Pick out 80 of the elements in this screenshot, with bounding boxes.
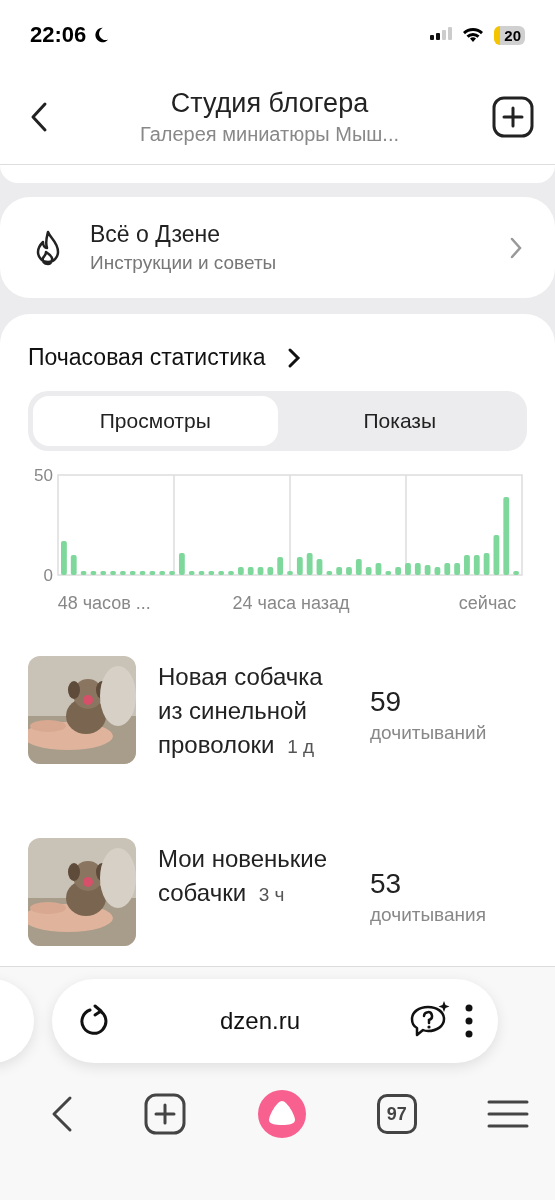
chart-bar (385, 571, 392, 575)
chevron-right-icon[interactable] (287, 346, 302, 369)
chart-bar (316, 559, 323, 575)
chart-bar (120, 571, 126, 575)
chart-bar (198, 571, 205, 575)
chevron-right-icon (509, 235, 523, 260)
url-text: dzen.ru (218, 1007, 302, 1035)
chart-bar (90, 571, 97, 575)
section-title[interactable]: Почасовая статистика (28, 344, 266, 371)
chart-bar (287, 571, 293, 575)
chart-bar (159, 571, 166, 575)
chart-bar (277, 557, 284, 575)
more-icon[interactable] (464, 1003, 474, 1039)
axis-label: 0 (43, 566, 53, 585)
chart-bar (405, 563, 411, 575)
read-count: 53 (370, 868, 403, 900)
tab[interactable]: Просмотры (33, 396, 278, 446)
read-count-label: дочитываний (370, 722, 487, 744)
chart-bar (513, 571, 519, 575)
axis-label: 48 часов ... (57, 593, 151, 613)
read-count-label: дочитывания (370, 904, 486, 926)
chart-bar (365, 567, 372, 575)
tabs-count-button[interactable]: 97 (376, 1094, 417, 1134)
chart-bar (444, 563, 451, 575)
chart-bar (306, 553, 313, 575)
chart-bar (483, 553, 490, 575)
chart-bar (237, 567, 244, 575)
chart-bar (473, 555, 480, 575)
chart-bar (296, 557, 303, 575)
chart-bar (139, 571, 146, 575)
channel-name: Галерея миниатюры Мыш... (138, 123, 400, 146)
chart-bar (395, 567, 402, 575)
back-button[interactable] (30, 101, 48, 133)
chart-bar (375, 563, 382, 575)
chart-bar (414, 563, 421, 575)
assistant-icon[interactable] (256, 1089, 307, 1139)
chart-bar (454, 563, 460, 575)
chart-bar (208, 571, 215, 575)
chart-bar (110, 571, 116, 575)
chart-bar (346, 567, 352, 575)
article-title[interactable]: Новая собачка из синельной проволоки 1 д (158, 660, 348, 764)
address-bar[interactable]: dzen.ru (52, 979, 498, 1063)
status-time: 22:06 (30, 22, 87, 48)
chart-bar (257, 567, 264, 575)
new-tab-icon[interactable] (144, 1093, 187, 1135)
chart-bar (100, 571, 107, 575)
chart-bar (129, 571, 136, 575)
page-title: Студия блогера (169, 88, 370, 119)
chart-bar (218, 571, 225, 575)
chart-bar (80, 571, 87, 575)
wifi-icon (462, 27, 485, 43)
article-title[interactable]: Мои новенькие собачки 3 ч (158, 842, 348, 912)
chart-bar (267, 567, 274, 575)
card-title: Всё о Дзене (90, 221, 222, 248)
chart-bar (149, 571, 156, 575)
info-card[interactable]: Всё о Дзене Инструкции и советы (0, 197, 555, 298)
chart-bar (326, 571, 333, 575)
read-count: 59 (370, 686, 403, 718)
axis-label: 24 часа назад (232, 593, 350, 613)
chart-bar (169, 571, 175, 575)
chart-bar (424, 565, 431, 575)
axis-label: сейчас (458, 593, 517, 613)
menu-icon[interactable] (487, 1099, 529, 1129)
chart-bar (336, 567, 343, 575)
battery-indicator: 20 (494, 25, 525, 45)
chart-bar (434, 567, 441, 575)
axis-label: 50 (34, 466, 53, 485)
chart-bar (70, 555, 77, 575)
chart-bar (464, 555, 470, 575)
tab[interactable]: Показы (277, 396, 522, 446)
back-icon[interactable] (50, 1095, 74, 1133)
chart-bar (247, 567, 254, 575)
add-button[interactable] (491, 95, 535, 139)
card-subtitle: Инструкции и советы (90, 252, 278, 274)
chart-bar (61, 541, 67, 575)
chart-bar (228, 571, 234, 575)
chart-bar (188, 571, 195, 575)
chart-bar (178, 553, 185, 575)
chart-bar (493, 535, 500, 575)
chart-bar (355, 559, 362, 575)
